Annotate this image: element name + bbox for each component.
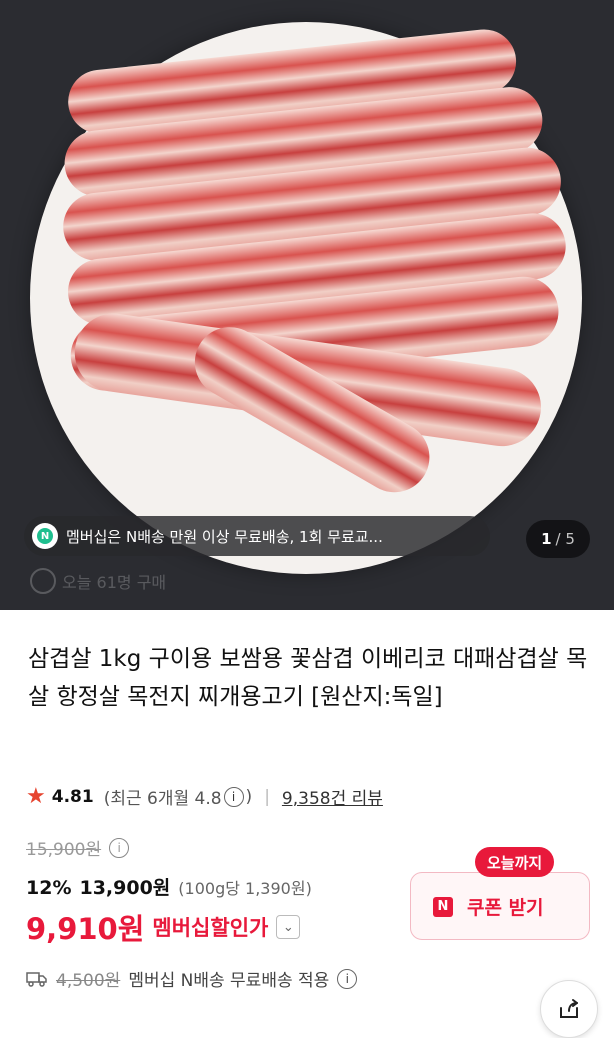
coupon-button[interactable]: 오늘까지 N 쿠폰 받기 xyxy=(410,847,590,940)
discount-rate: 12% xyxy=(26,877,72,899)
divider: | xyxy=(264,786,270,807)
chevron-down-icon[interactable]: ⌄ xyxy=(276,915,301,939)
sale-price: 13,900원 xyxy=(79,877,171,899)
rating-row: ★ 4.81 (최근 6개월 4.8 i ) | 9,358건 리뷰 xyxy=(26,784,383,809)
unit-price: (100g당 1,390원) xyxy=(178,879,312,898)
original-price: 15,900원 xyxy=(26,840,102,860)
shipping-info-icon[interactable]: i xyxy=(337,968,358,989)
toast-text: 멤버십은 N배송 만원 이상 무료배송, 1회 무료교... xyxy=(66,527,383,546)
member-price: 9,910원 xyxy=(26,912,145,946)
buyers-text: 오늘 61명 구매 xyxy=(62,573,167,592)
recent-rating: (최근 6개월 4.8 xyxy=(103,789,222,809)
shipping-text: 멤버십 N배송 무료배송 적용 xyxy=(128,971,330,991)
shipping-row: 4,500원 멤버십 N배송 무료배송 적용 i xyxy=(26,966,358,991)
review-count-link[interactable]: 9,358건 리뷰 xyxy=(282,784,383,809)
coupon-label: 쿠폰 받기 xyxy=(467,897,544,919)
sale-price-row: 12% 13,900원 (100g당 1,390원) xyxy=(26,873,312,900)
recent-rating-close: ) xyxy=(245,786,253,807)
original-shipping-fee: 4,500원 xyxy=(56,971,121,991)
coupon-deadline-tag: 오늘까지 xyxy=(475,847,555,877)
member-price-label: 멤버십할인가 xyxy=(152,916,269,940)
truck-icon xyxy=(26,971,47,987)
n-membership-icon: N xyxy=(32,523,58,549)
counter-current: 1 xyxy=(541,530,552,548)
counter-total: / 5 xyxy=(555,530,575,548)
n-coupon-icon: N xyxy=(433,896,453,917)
buyers-icon xyxy=(30,568,56,594)
product-image-carousel[interactable]: 오늘 61명 구매 N 멤버십은 N배송 만원 이상 무료배송, 1회 무료교.… xyxy=(0,0,614,610)
share-button[interactable] xyxy=(540,980,598,1038)
product-title: 삼겹살 1kg 구이용 보쌈용 꽃삼겹 이베리코 대패삼겹살 목살 항정살 목전… xyxy=(28,646,588,710)
membership-toast[interactable]: N 멤버십은 N배송 만원 이상 무료배송, 1회 무료교... xyxy=(24,516,490,556)
star-icon: ★ xyxy=(26,784,46,809)
original-price-row: 15,900원 i xyxy=(26,835,130,860)
member-price-row: 9,910원 멤버십할인가 ⌄ xyxy=(26,906,301,948)
info-icon[interactable]: i xyxy=(223,786,244,807)
share-icon xyxy=(560,999,578,1018)
price-info-icon[interactable]: i xyxy=(109,837,130,858)
image-counter: 1 / 5 xyxy=(526,520,590,558)
rating-score: 4.81 xyxy=(51,786,94,807)
buyers-count: 오늘 61명 구매 xyxy=(30,568,166,594)
